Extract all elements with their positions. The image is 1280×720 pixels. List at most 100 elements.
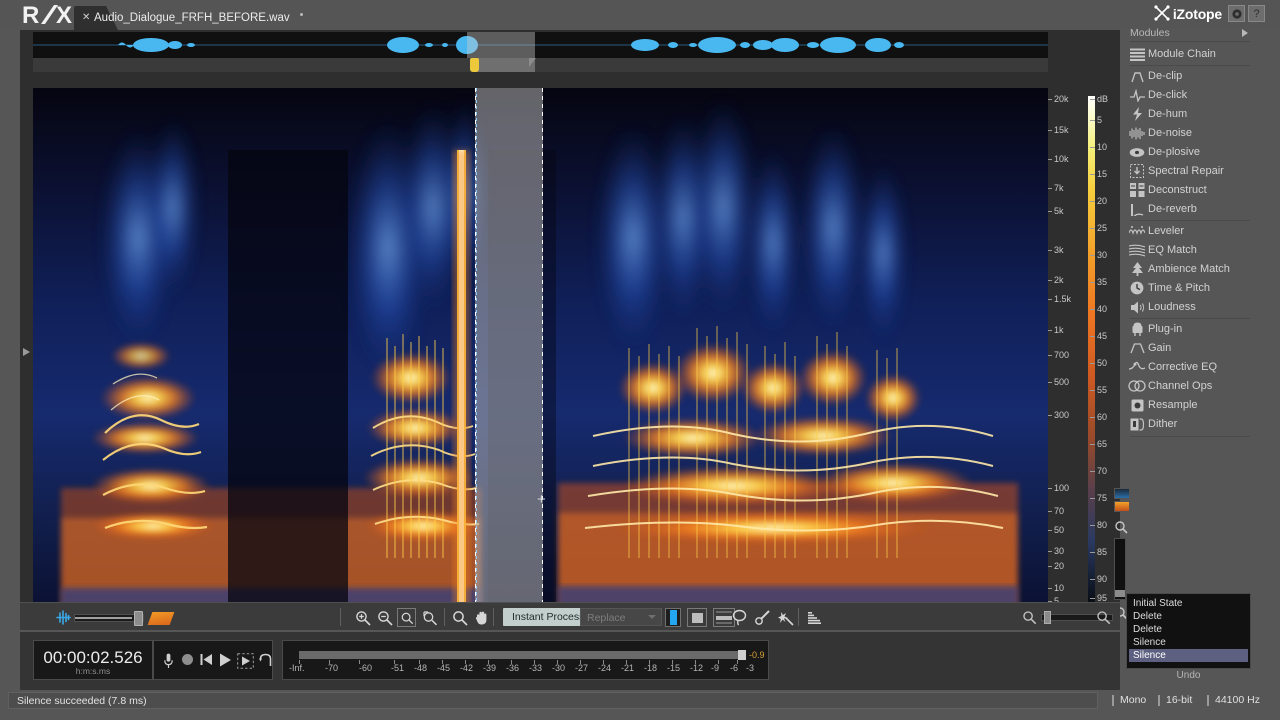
freq-zoom-slider-knob[interactable] bbox=[1115, 590, 1125, 597]
history-item[interactable]: Delete bbox=[1129, 610, 1248, 623]
output-level-meter[interactable]: -Inf. -70 -60 -51 -48 -45 -42 -39 -36 -3… bbox=[282, 640, 769, 680]
zoom-fit-icon[interactable] bbox=[420, 608, 439, 627]
db-tick-label: 40 bbox=[1089, 304, 1108, 314]
sidebar-item-de-hum[interactable]: De-hum bbox=[1126, 105, 1254, 124]
time-selection-tool-icon[interactable] bbox=[665, 608, 681, 627]
play-selection-icon[interactable] bbox=[237, 653, 254, 672]
zoom-out-icon[interactable] bbox=[375, 608, 394, 627]
db-tick-label: 70 bbox=[1089, 466, 1108, 476]
timecode-display[interactable]: 00:00:02.526 h:m:s.ms bbox=[33, 640, 153, 680]
history-panel[interactable]: Initial State Delete Delete Silence Sile… bbox=[1126, 593, 1251, 669]
meter-gain-knob[interactable] bbox=[738, 650, 746, 660]
history-item[interactable]: Delete bbox=[1129, 623, 1248, 636]
navigator-bar[interactable] bbox=[33, 58, 1048, 72]
history-item-selected[interactable]: Silence bbox=[1129, 649, 1248, 662]
tools-toolbar: Instant Process Replace bbox=[20, 602, 1120, 630]
db-tick-label: 60 bbox=[1089, 412, 1108, 422]
record-icon[interactable] bbox=[181, 653, 194, 669]
sidebar-item-gain[interactable]: Gain bbox=[1126, 339, 1254, 358]
vertical-scroll-arrows[interactable] bbox=[20, 88, 33, 613]
sidebar-item-resample[interactable]: Resample bbox=[1126, 396, 1254, 415]
sidebar-item-time-pitch[interactable]: Time & Pitch bbox=[1126, 279, 1254, 298]
sidebar-item-channel-ops[interactable]: Channel Ops bbox=[1126, 377, 1254, 396]
amplitude-zoom-knob[interactable] bbox=[1044, 611, 1051, 624]
sidebar-item-label: De-plosive bbox=[1148, 146, 1200, 159]
history-item[interactable]: Silence bbox=[1129, 636, 1248, 649]
sidebar-item-leveler[interactable]: Leveler bbox=[1126, 222, 1254, 241]
sidebar-item-spectral-repair[interactable]: Spectral Repair bbox=[1126, 162, 1254, 181]
eq-match-icon bbox=[1126, 244, 1148, 257]
play-icon[interactable] bbox=[219, 653, 232, 670]
monitor-waveform-icon[interactable] bbox=[55, 610, 72, 628]
sidebar-item-dither[interactable]: Dither bbox=[1126, 415, 1254, 434]
modules-header[interactable]: Modules bbox=[1126, 25, 1254, 41]
sidebar-item-de-reverb[interactable]: De-reverb bbox=[1126, 200, 1254, 219]
mic-icon[interactable] bbox=[164, 653, 173, 672]
sidebar-item-de-plosive[interactable]: De-plosive bbox=[1126, 143, 1254, 162]
rectangle-selection-tool-icon[interactable] bbox=[687, 608, 707, 627]
sidebar-item-label: Deconstruct bbox=[1148, 184, 1207, 197]
help-button[interactable]: ? bbox=[1248, 5, 1265, 22]
tab-modified-dot bbox=[300, 13, 303, 16]
dither-icon bbox=[1126, 418, 1148, 431]
magic-wand-tool-icon[interactable] bbox=[776, 608, 795, 627]
sidebar-item-plug-in[interactable]: Plug-in bbox=[1126, 320, 1254, 339]
sidebar-item-label: Module Chain bbox=[1148, 48, 1216, 61]
amplitude-zoom-out-icon[interactable] bbox=[1020, 608, 1039, 627]
spectrogram-blend-icon[interactable] bbox=[147, 612, 175, 625]
freq-tick-label: 70 bbox=[1054, 506, 1065, 516]
spectral-selection-region[interactable] bbox=[475, 88, 543, 613]
bit-depth: 16-bit bbox=[1166, 694, 1193, 706]
hand-tool-icon[interactable] bbox=[472, 608, 491, 627]
db-tick-label: 65 bbox=[1089, 439, 1108, 449]
db-tick-label: 35 bbox=[1089, 277, 1108, 287]
spectrogram-view[interactable]: + bbox=[33, 88, 1048, 613]
zoom-in-icon[interactable] bbox=[353, 608, 372, 627]
sidebar-item-eq-match[interactable]: EQ Match bbox=[1126, 241, 1254, 260]
sidebar-item-de-click[interactable]: De-click bbox=[1126, 86, 1254, 105]
view-edge-handle[interactable] bbox=[529, 58, 536, 67]
sidebar-item-corrective-eq[interactable]: Corrective EQ bbox=[1126, 358, 1254, 377]
tab-close-icon[interactable]: ✕ bbox=[82, 12, 90, 23]
monitor-volume-knob[interactable] bbox=[134, 611, 143, 626]
meter-label: -30 bbox=[552, 663, 566, 673]
zoom-to-selection-icon[interactable] bbox=[397, 608, 416, 627]
navigator-view-region[interactable] bbox=[474, 58, 535, 72]
playhead-line bbox=[476, 88, 477, 613]
magnifier-tool-icon[interactable] bbox=[450, 608, 469, 627]
loop-icon[interactable] bbox=[259, 653, 272, 671]
undo-label[interactable]: Undo bbox=[1126, 670, 1251, 681]
selection-right-edge[interactable] bbox=[542, 88, 543, 613]
sidebar-item-de-clip[interactable]: De-clip bbox=[1126, 67, 1254, 86]
rewind-to-start-icon[interactable] bbox=[200, 653, 213, 669]
brush-selection-tool-icon[interactable] bbox=[753, 608, 772, 627]
izotope-brand: iZotope bbox=[1153, 4, 1222, 24]
modules-sidebar: Modules Module Chain De-clip De-click De… bbox=[1126, 25, 1254, 590]
sidebar-item-label: Channel Ops bbox=[1148, 380, 1213, 393]
chevron-right-icon[interactable] bbox=[1242, 29, 1248, 37]
de-noise-icon bbox=[1126, 127, 1148, 140]
amplitude-zoom-in-icon[interactable] bbox=[1094, 608, 1113, 627]
meter-label: -Inf. bbox=[289, 663, 305, 673]
freq-zoom-slider[interactable] bbox=[1114, 538, 1126, 600]
history-item[interactable]: Initial State bbox=[1129, 597, 1248, 610]
sidebar-item-label: De-noise bbox=[1148, 127, 1193, 140]
playhead-marker[interactable] bbox=[470, 58, 479, 72]
levels-icon[interactable] bbox=[804, 608, 823, 627]
izotope-wordmark: iZotope bbox=[1172, 6, 1222, 22]
tab-label: Audio_Dialogue_FRFH_BEFORE.wav bbox=[94, 12, 290, 24]
overview-waveform[interactable] bbox=[33, 32, 1048, 58]
ambience-match-icon bbox=[1126, 262, 1148, 277]
sidebar-item-module-chain[interactable]: Module Chain bbox=[1126, 45, 1254, 64]
sidebar-item-ambience-match[interactable]: Ambience Match bbox=[1126, 260, 1254, 279]
db-tick-label: 80 bbox=[1089, 520, 1108, 530]
sidebar-item-deconstruct[interactable]: Deconstruct bbox=[1126, 181, 1254, 200]
settings-button[interactable] bbox=[1228, 5, 1245, 22]
scroll-arrow-icons bbox=[23, 348, 30, 356]
overview-selection-region[interactable] bbox=[467, 32, 535, 58]
sidebar-item-de-noise[interactable]: De-noise bbox=[1126, 124, 1254, 143]
sidebar-item-loudness[interactable]: Loudness bbox=[1126, 298, 1254, 317]
lasso-selection-tool-icon[interactable] bbox=[730, 608, 749, 627]
process-mode-dropdown[interactable]: Replace bbox=[580, 608, 662, 626]
overview-waveform-graphic bbox=[33, 36, 1048, 54]
